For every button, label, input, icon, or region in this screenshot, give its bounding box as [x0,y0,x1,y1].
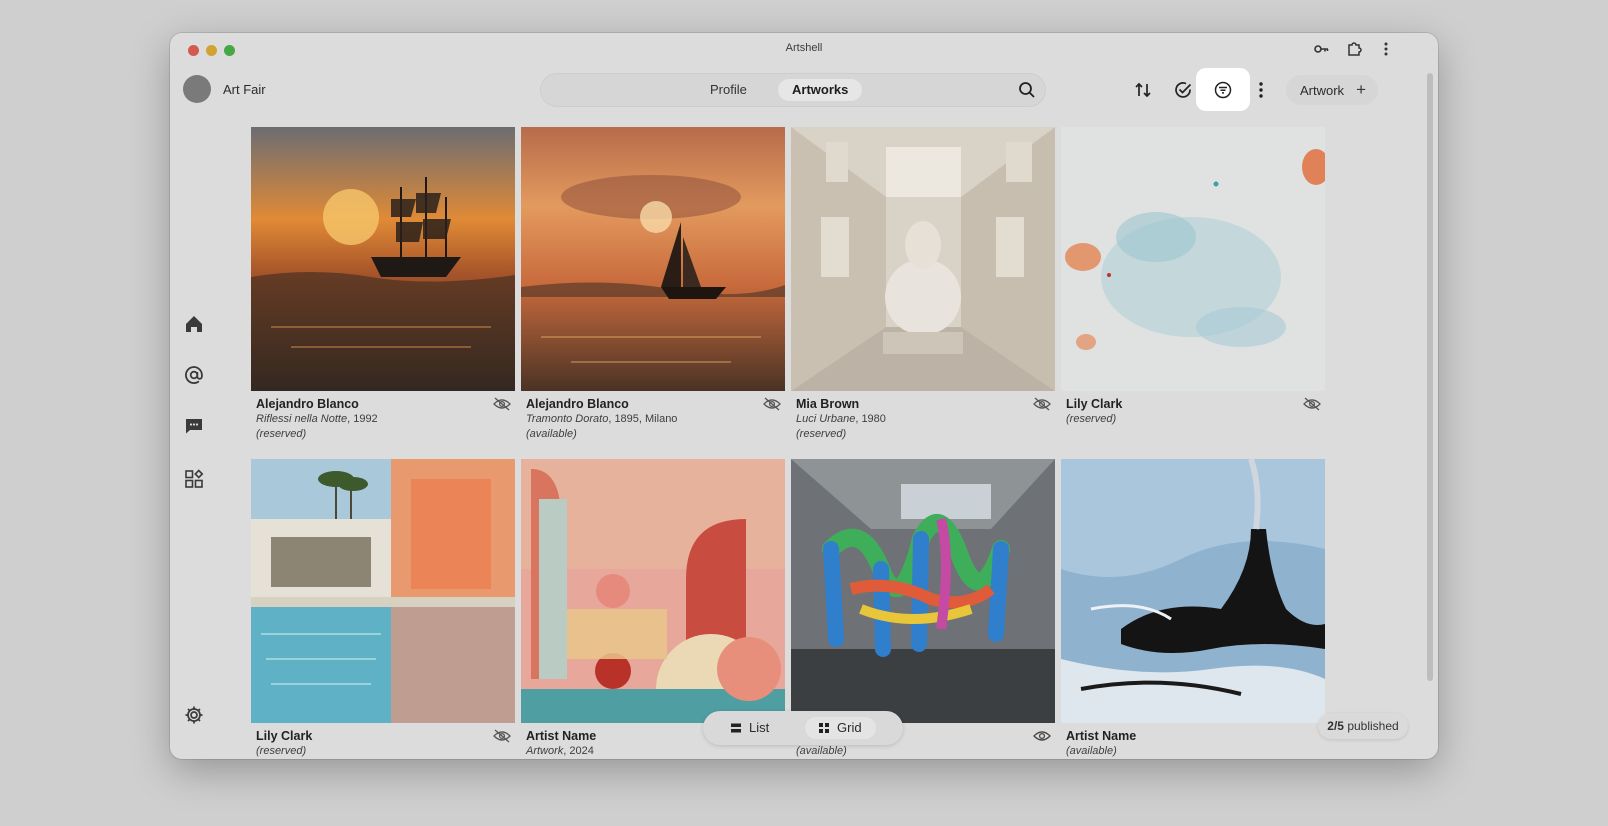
grid-view-label: Grid [837,720,862,735]
artwork-status: (available) [1066,745,1117,757]
published-count-badge: 2/5 published [1318,713,1408,739]
key-icon[interactable] [1313,41,1329,57]
artwork-image-abstract-watercolor[interactable] [1061,127,1325,391]
artwork-title: Luci Urbane [796,413,856,425]
account-name[interactable]: Art Fair [223,82,266,97]
filter-icon [1214,81,1232,99]
artwork-image-abstract-reflection[interactable] [1061,459,1325,723]
filter-button[interactable] [1196,68,1250,111]
hidden-eye-icon[interactable] [493,729,511,743]
artwork-artist: Lily Clark [1066,397,1123,411]
list-view-label: List [749,720,770,735]
artwork-image-geometric-abstract[interactable] [521,459,785,723]
artwork-status: (reserved) [256,428,307,440]
hidden-eye-icon[interactable] [763,397,781,411]
more-options-icon[interactable] [1251,80,1271,100]
hidden-eye-icon[interactable] [1033,397,1051,411]
artwork-title-line: Tramonto Dorato, 1895, Milano [526,413,677,425]
title-bar: Artshell [170,33,1438,65]
artwork-details: , 1992 [347,413,378,425]
artwork-status: (available) [796,745,847,757]
hidden-eye-icon[interactable] [1303,397,1321,411]
artwork-image-sailboat-sunset[interactable] [521,127,785,391]
view-mode-toggle: List Grid [703,711,903,745]
published-count: 2/5 [1327,719,1344,733]
widgets-icon[interactable] [183,468,205,490]
add-artwork-button[interactable]: Artwork + [1286,75,1378,105]
window-menu-icon[interactable] [1378,41,1394,57]
list-view-button[interactable]: List [717,717,783,739]
plus-icon: + [1356,80,1366,99]
extensions-icon[interactable] [1346,41,1362,57]
artwork-details: , 1895, Milano [608,413,678,425]
artwork-status: (available) [526,428,577,440]
window-title: Artshell [785,42,823,54]
artwork-details: , 1980 [855,413,886,425]
home-icon[interactable] [183,313,205,335]
account-avatar[interactable] [183,75,211,103]
artwork-title: Riflessi nella Notte [256,413,348,425]
tab-profile[interactable]: Profile [696,79,761,101]
artwork-artist: Alejandro Blanco [526,397,629,411]
app-window: Artshell Art Fair Profile Artworks Artwo… [170,33,1438,759]
artwork-artist: Artist Name [526,729,597,743]
search-icon[interactable] [1018,81,1036,99]
artwork-status: (reserved) [796,428,847,440]
hidden-eye-icon[interactable] [493,397,511,411]
artwork-title-line: Luci Urbane, 1980 [796,413,886,425]
grid-view-button[interactable]: Grid [805,717,876,739]
mentions-icon[interactable] [183,364,205,386]
list-icon [731,723,741,733]
artwork-status: (reserved) [256,745,307,757]
add-artwork-label: Artwork [1300,83,1345,98]
messages-icon[interactable] [183,415,205,437]
artwork-image-pool-house[interactable] [251,459,515,723]
artwork-artist: Lily Clark [256,729,313,743]
artwork-artist: Alejandro Blanco [256,397,359,411]
artwork-title: Tramonto Dorato [526,413,609,425]
artwork-title: Artwork [526,745,564,757]
published-label: published [1347,719,1399,733]
vertical-scrollbar[interactable] [1427,73,1433,681]
artwork-title-line: Artwork, 2024 [526,745,594,757]
sort-icon[interactable] [1133,80,1153,100]
select-check-icon[interactable] [1173,80,1193,100]
grid-icon [819,723,829,733]
artwork-title-line: Riflessi nella Notte, 1992 [256,413,378,425]
artwork-image-sculpture-gallery[interactable] [791,127,1055,391]
artwork-details: , 2024 [563,745,594,757]
artwork-artist: Artist Name [1066,729,1137,743]
main-tabs: Profile Artworks [540,73,1046,107]
tab-artworks[interactable]: Artworks [778,79,863,101]
settings-gear-icon[interactable] [183,704,205,726]
artwork-status: (reserved) [1066,413,1117,425]
artwork-image-colorful-installation[interactable] [791,459,1055,723]
artwork-image-ship-sunset[interactable] [251,127,515,391]
visible-eye-icon[interactable] [1033,729,1051,743]
artwork-artist: Mia Brown [796,397,860,411]
